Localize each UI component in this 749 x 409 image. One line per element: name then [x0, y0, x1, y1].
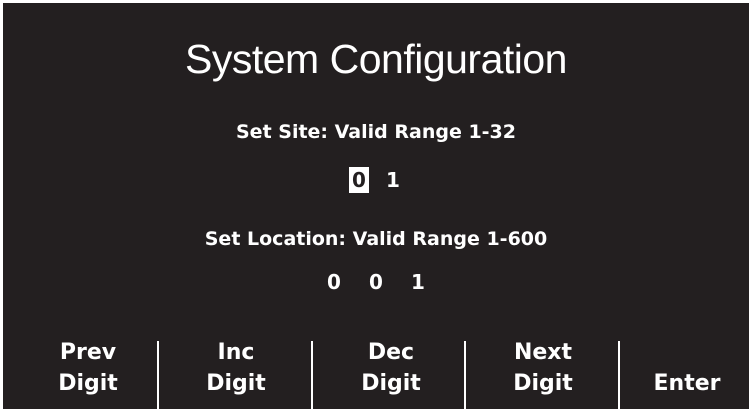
enter-label-line2: Enter	[653, 371, 721, 396]
location-digit-2[interactable]: 0	[366, 269, 386, 295]
softkey-divider	[464, 341, 466, 409]
enter-button[interactable]: Enter	[625, 337, 749, 409]
location-digit-field[interactable]: 0 0 1	[3, 269, 749, 295]
softkey-divider	[311, 341, 313, 409]
inc-digit-label-line2: Digit	[206, 371, 266, 396]
location-digit-3[interactable]: 1	[408, 269, 428, 295]
site-digit-field[interactable]: 0 1	[3, 167, 749, 193]
site-range-label: Set Site: Valid Range 1-32	[236, 121, 516, 143]
next-digit-button[interactable]: Next Digit	[473, 337, 613, 409]
location-range-label: Set Location: Valid Range 1-600	[204, 228, 548, 250]
softkey-divider	[157, 341, 159, 409]
site-digit-1[interactable]: 0	[349, 167, 369, 193]
dec-digit-label-line1: Dec	[367, 340, 415, 365]
site-digit-2[interactable]: 1	[383, 167, 403, 193]
next-digit-label-line2: Digit	[513, 371, 573, 396]
location-digit-1[interactable]: 0	[324, 269, 344, 295]
dec-digit-button[interactable]: Dec Digit	[321, 337, 461, 409]
inc-digit-button[interactable]: Inc Digit	[166, 337, 306, 409]
prev-digit-label-line1: Prev	[59, 340, 117, 365]
inc-digit-label-line1: Inc	[217, 340, 255, 365]
next-digit-label-line1: Next	[513, 340, 573, 365]
dec-digit-label-line2: Digit	[361, 371, 421, 396]
prev-digit-label-line2: Digit	[58, 371, 118, 396]
device-screen: System Configuration Set Site: Valid Ran…	[0, 0, 749, 409]
softkey-divider	[618, 341, 620, 409]
softkey-bar: Prev Digit Inc Digit Dec Digit Next Digi…	[3, 337, 749, 409]
config-panel: System Configuration Set Site: Valid Ran…	[3, 3, 749, 409]
prev-digit-button[interactable]: Prev Digit	[23, 337, 153, 409]
page-title: System Configuration	[185, 36, 567, 82]
